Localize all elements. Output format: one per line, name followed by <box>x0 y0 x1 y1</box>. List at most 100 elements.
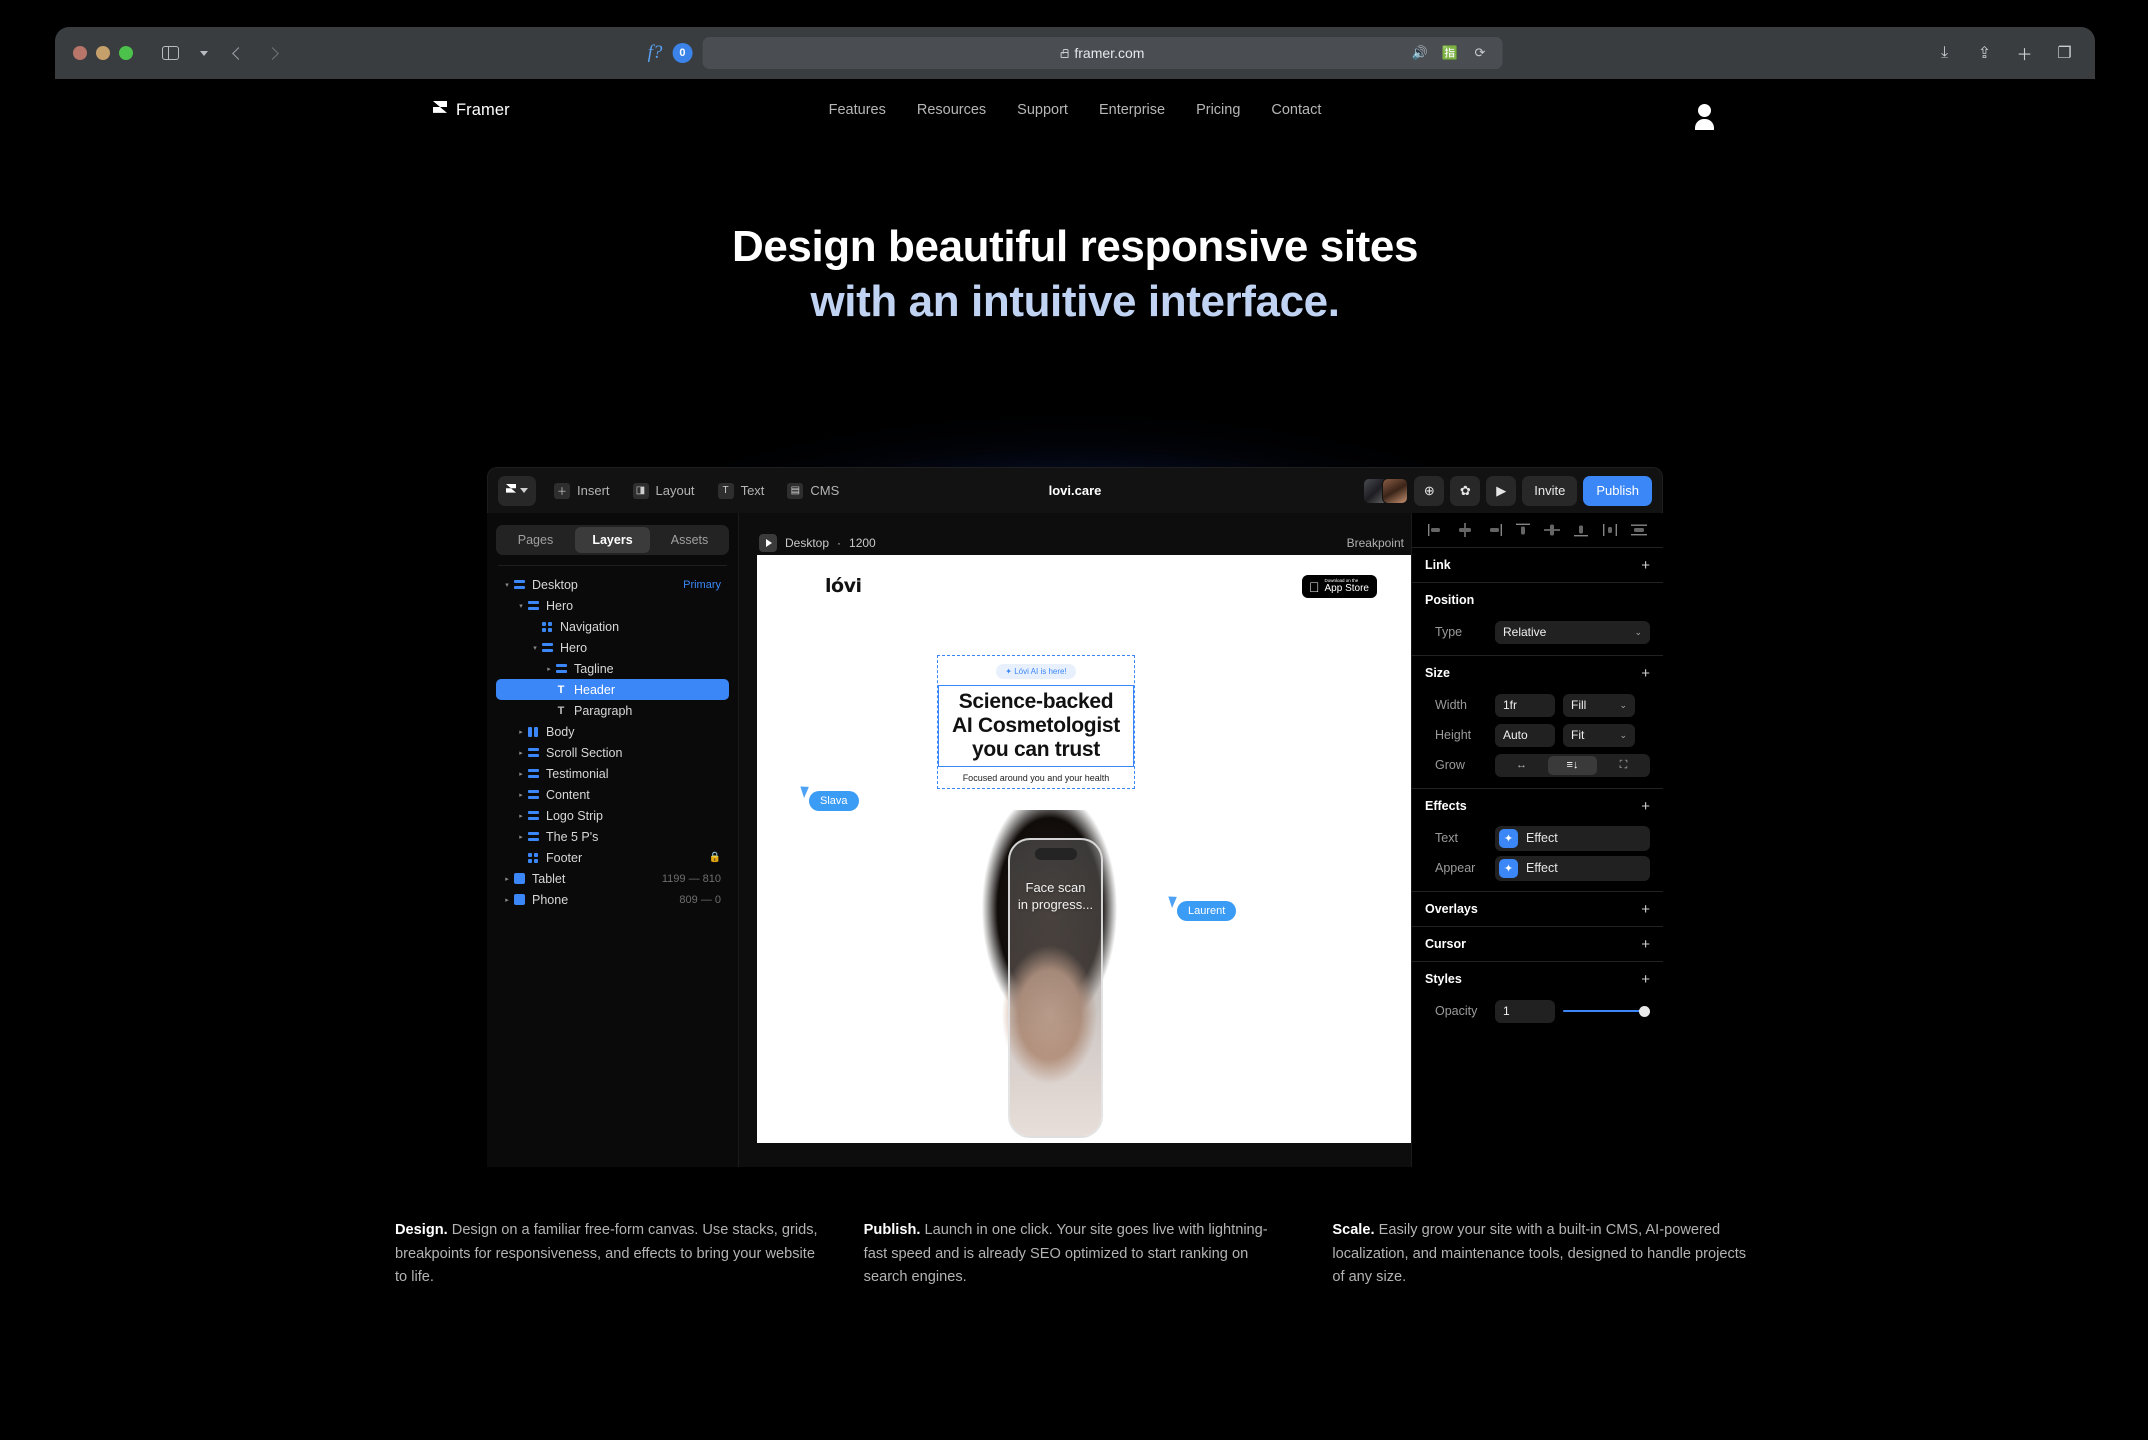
disclosure-triangle-icon[interactable] <box>516 812 526 820</box>
publish-button[interactable]: Publish <box>1583 475 1652 506</box>
layer-row-desktop[interactable]: Desktop Primary <box>496 574 729 595</box>
layer-row-scroll-section[interactable]: Scroll Section <box>496 742 729 763</box>
design-canvas[interactable]: Desktop · 1200 Breakpoint ＋ lóvi  <box>739 513 1411 1167</box>
add-link-icon[interactable]: + <box>1641 557 1650 574</box>
disclosure-triangle-icon[interactable] <box>516 791 526 799</box>
opacity-slider[interactable] <box>1563 1000 1650 1023</box>
add-style-icon[interactable]: + <box>1641 971 1650 988</box>
sidebar-toggle-icon[interactable] <box>155 39 185 67</box>
selected-text-group[interactable]: ✦ Lóvi AI is here! Science-backed AI Cos… <box>937 655 1135 789</box>
disclosure-triangle-icon[interactable] <box>516 770 526 778</box>
disclosure-triangle-icon[interactable] <box>516 602 526 610</box>
disclosure-triangle-icon[interactable] <box>530 644 540 652</box>
grow-horizontal-icon[interactable]: ↔ <box>1497 756 1546 775</box>
toolbar-insert-button[interactable]: ＋ Insert <box>544 476 620 506</box>
distribute-horizontal-icon[interactable] <box>1601 522 1619 538</box>
disclosure-triangle-icon[interactable] <box>516 728 526 736</box>
forward-arrow-icon[interactable] <box>257 39 287 67</box>
desktop-frame-label[interactable]: Desktop · 1200 Breakpoint ＋ <box>757 531 1411 555</box>
nav-item-contact[interactable]: Contact <box>1271 102 1321 118</box>
align-middle-vertical-icon[interactable] <box>1543 522 1561 538</box>
tab-layers[interactable]: Layers <box>575 527 650 553</box>
minimize-window-button[interactable] <box>96 46 110 60</box>
add-effect-icon[interactable]: + <box>1641 798 1650 815</box>
layer-row-content[interactable]: Content <box>496 784 729 805</box>
account-avatar-icon[interactable] <box>1691 97 1717 130</box>
height-mode-select[interactable]: Fit ⌄ <box>1563 723 1635 747</box>
layer-row-hero[interactable]: Hero <box>496 595 729 616</box>
disclosure-triangle-icon[interactable] <box>502 896 512 904</box>
preview-play-icon[interactable] <box>759 534 777 552</box>
width-input[interactable]: 1fr <box>1495 693 1555 717</box>
headline-selected[interactable]: Science-backed AI Cosmetologist you can … <box>938 685 1134 767</box>
disclosure-triangle-icon[interactable] <box>516 833 526 841</box>
tab-assets[interactable]: Assets <box>652 527 727 553</box>
preview-play-icon[interactable]: ▶ <box>1486 475 1517 506</box>
layer-row-header[interactable]: T Header <box>496 679 729 700</box>
translate-icon[interactable]: 🈯 <box>1439 43 1460 64</box>
layer-row-footer[interactable]: Footer 🔒 <box>496 847 729 868</box>
height-input[interactable]: Auto <box>1495 723 1555 747</box>
add-overlay-icon[interactable]: + <box>1641 901 1650 918</box>
toolbar-text-button[interactable]: T Text <box>708 476 775 506</box>
disclosure-triangle-icon[interactable] <box>544 665 554 673</box>
align-bottom-icon[interactable] <box>1572 522 1590 538</box>
width-mode-select[interactable]: Fill ⌄ <box>1563 693 1635 717</box>
nav-item-features[interactable]: Features <box>829 102 886 118</box>
disclosure-triangle-icon[interactable] <box>502 875 512 883</box>
text-effect-button[interactable]: ✦ Effect <box>1495 825 1650 851</box>
nav-item-resources[interactable]: Resources <box>917 102 986 118</box>
layer-row-navigation[interactable]: Navigation <box>496 616 729 637</box>
reload-icon[interactable]: ⟳ <box>1469 43 1490 64</box>
editor-logo-button[interactable] <box>498 475 536 506</box>
framer-brand[interactable]: Framer <box>433 101 510 120</box>
address-bar[interactable]: framer.com 🔊 🈯 ⟳ <box>702 37 1503 69</box>
toolbar-cms-button[interactable]: ▤ CMS <box>777 476 849 506</box>
grow-both-icon[interactable]: ⛶ <box>1599 756 1648 775</box>
layer-row-paragraph[interactable]: T Paragraph <box>496 700 729 721</box>
position-type-select[interactable]: Relative ⌄ <box>1495 620 1650 644</box>
layer-row-phone[interactable]: Phone 809 — 0 <box>496 889 729 910</box>
back-arrow-icon[interactable] <box>223 39 253 67</box>
new-tab-icon[interactable]: ＋ <box>2014 43 2035 64</box>
layer-row-tagline[interactable]: Tagline <box>496 658 729 679</box>
privacy-shield-icon[interactable]: 0 <box>672 43 693 63</box>
align-center-horizontal-icon[interactable] <box>1456 522 1474 538</box>
layer-row-the-5-p-s[interactable]: The 5 P's <box>496 826 729 847</box>
disclosure-triangle-icon[interactable] <box>502 581 512 589</box>
tab-overview-chevron-icon[interactable] <box>189 39 219 67</box>
opacity-input[interactable]: 1 <box>1495 999 1555 1023</box>
add-size-icon[interactable]: + <box>1641 665 1650 682</box>
appear-effect-button[interactable]: ✦ Effect <box>1495 855 1650 881</box>
globe-icon[interactable]: ⊕ <box>1414 475 1445 506</box>
function-extension-icon[interactable]: f? <box>648 42 663 64</box>
disclosure-triangle-icon[interactable] <box>516 749 526 757</box>
nav-item-pricing[interactable]: Pricing <box>1196 102 1240 118</box>
show-tabs-icon[interactable]: ❐ <box>2054 43 2075 64</box>
nav-item-support[interactable]: Support <box>1017 102 1068 118</box>
opacity-slider-knob[interactable] <box>1639 1005 1650 1017</box>
layer-row-tablet[interactable]: Tablet 1199 — 810 <box>496 868 729 889</box>
tab-pages[interactable]: Pages <box>498 527 573 553</box>
align-left-icon[interactable] <box>1427 522 1445 538</box>
align-right-icon[interactable] <box>1485 522 1503 538</box>
layer-row-hero[interactable]: Hero <box>496 637 729 658</box>
share-icon[interactable]: ⇪ <box>1974 43 1995 64</box>
audio-mute-icon[interactable]: 🔊 <box>1409 43 1430 64</box>
settings-gear-icon[interactable]: ✿ <box>1450 475 1481 506</box>
distribute-vertical-icon[interactable] <box>1630 522 1648 538</box>
layer-row-logo-strip[interactable]: Logo Strip <box>496 805 729 826</box>
layer-row-testimonial[interactable]: Testimonial <box>496 763 729 784</box>
nav-item-enterprise[interactable]: Enterprise <box>1099 102 1165 118</box>
add-cursor-icon[interactable]: + <box>1641 936 1650 953</box>
toolbar-layout-button[interactable]: ◨ Layout <box>623 476 705 506</box>
collaborator-avatar-2[interactable] <box>1382 477 1409 504</box>
close-window-button[interactable] <box>73 46 87 60</box>
maximize-window-button[interactable] <box>119 46 133 60</box>
align-top-icon[interactable] <box>1514 522 1532 538</box>
downloads-icon[interactable]: ⤓ <box>1934 43 1955 64</box>
desktop-frame[interactable]: lóvi  Download on the App Store ✦ Lóvi … <box>757 555 1411 1143</box>
app-store-badge[interactable]:  Download on the App Store <box>1302 575 1377 599</box>
invite-button[interactable]: Invite <box>1522 475 1578 506</box>
grow-vertical-icon[interactable]: ≡↓ <box>1548 755 1597 775</box>
